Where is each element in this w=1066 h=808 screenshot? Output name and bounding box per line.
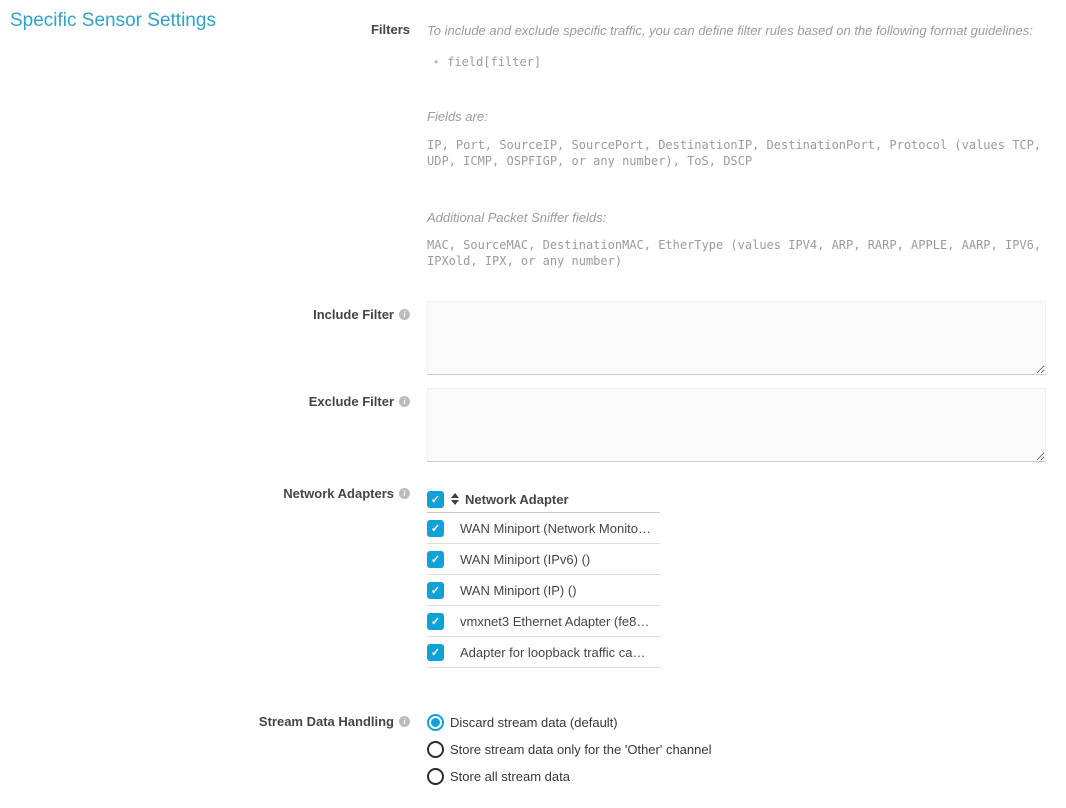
sort-icon[interactable]	[451, 493, 459, 505]
stream-data-handling-label-col: Stream Data Handling	[0, 714, 410, 729]
network-adapters-section: Network Adapters Network Adapter WAN Min…	[0, 486, 1046, 668]
adapter-checkbox[interactable]	[427, 613, 444, 630]
page-title: Specific Sensor Settings	[10, 10, 216, 32]
adapter-column-header[interactable]: Network Adapter	[465, 492, 569, 507]
exclude-filter-input[interactable]	[427, 388, 1046, 462]
radio-option-discard: Discard stream data (default)	[427, 714, 1046, 731]
network-adapters-info-icon[interactable]	[399, 488, 410, 499]
include-filter-label-col: Include Filter	[0, 301, 410, 322]
network-adapter-table: Network Adapter WAN Miniport (Network Mo…	[427, 486, 660, 668]
select-all-checkbox[interactable]	[427, 491, 444, 508]
radio-label-discard[interactable]: Discard stream data (default)	[450, 715, 618, 730]
sensor-settings-form: Filters To include and exclude specific …	[0, 0, 1066, 795]
adapter-checkbox[interactable]	[427, 551, 444, 568]
adapter-row-label: WAN Miniport (IPv6) ()	[460, 552, 590, 567]
filters-section: Filters To include and exclude specific …	[0, 22, 1046, 269]
filter-format-example: field[filter]	[427, 54, 1046, 70]
stream-data-handling-info-icon[interactable]	[399, 716, 410, 727]
filters-intro-text: To include and exclude specific traffic,…	[427, 22, 1046, 39]
adapter-checkbox[interactable]	[427, 520, 444, 537]
exclude-filter-label: Exclude Filter	[309, 394, 394, 409]
adapter-table-header: Network Adapter	[427, 486, 660, 513]
adapter-row-label: vmxnet3 Ethernet Adapter (fe8…	[460, 614, 649, 629]
filter-format-list: field[filter]	[427, 54, 1046, 70]
radio-button-store-all[interactable]	[427, 768, 444, 785]
sort-up-arrow-icon	[451, 493, 459, 498]
adapter-row: WAN Miniport (IP) ()	[427, 575, 660, 606]
exclude-filter-info-icon[interactable]	[399, 396, 410, 407]
include-filter-input[interactable]	[427, 301, 1046, 375]
adapter-row-label: WAN Miniport (Network Monito…	[460, 521, 651, 536]
adapter-row: vmxnet3 Ethernet Adapter (fe8…	[427, 606, 660, 637]
adapter-row: WAN Miniport (IPv6) ()	[427, 544, 660, 575]
radio-button-store-other[interactable]	[427, 741, 444, 758]
network-adapters-label: Network Adapters	[283, 486, 394, 501]
radio-label-store-all[interactable]: Store all stream data	[450, 769, 570, 784]
stream-data-handling-section: Stream Data Handling Discard stream data…	[0, 714, 1046, 795]
filters-help: To include and exclude specific traffic,…	[427, 22, 1046, 269]
include-filter-label: Include Filter	[313, 307, 394, 322]
network-adapters-label-col: Network Adapters	[0, 486, 410, 501]
fields-list: IP, Port, SourceIP, SourcePort, Destinat…	[427, 137, 1046, 169]
adapter-checkbox[interactable]	[427, 582, 444, 599]
adapter-row: Adapter for loopback traffic ca…	[427, 637, 660, 668]
additional-fields-list: MAC, SourceMAC, DestinationMAC, EtherTyp…	[427, 237, 1046, 269]
radio-button-discard[interactable]	[427, 714, 444, 731]
adapter-row-label: WAN Miniport (IP) ()	[460, 583, 577, 598]
fields-heading: Fields are:	[427, 108, 1046, 125]
include-filter-section: Include Filter	[0, 301, 1046, 375]
additional-fields-heading: Additional Packet Sniffer fields:	[427, 209, 1046, 226]
stream-data-handling-label: Stream Data Handling	[259, 714, 394, 729]
exclude-filter-label-col: Exclude Filter	[0, 388, 410, 409]
radio-option-store-all: Store all stream data	[427, 768, 1046, 785]
include-filter-info-icon[interactable]	[399, 309, 410, 320]
radio-option-store-other: Store stream data only for the 'Other' c…	[427, 741, 1046, 758]
radio-label-store-other[interactable]: Store stream data only for the 'Other' c…	[450, 742, 712, 757]
adapter-checkbox[interactable]	[427, 644, 444, 661]
filters-label: Filters	[371, 22, 410, 37]
adapter-row: WAN Miniport (Network Monito…	[427, 513, 660, 544]
sort-down-arrow-icon	[451, 500, 459, 505]
adapter-row-label: Adapter for loopback traffic ca…	[460, 645, 645, 660]
exclude-filter-section: Exclude Filter	[0, 388, 1046, 462]
